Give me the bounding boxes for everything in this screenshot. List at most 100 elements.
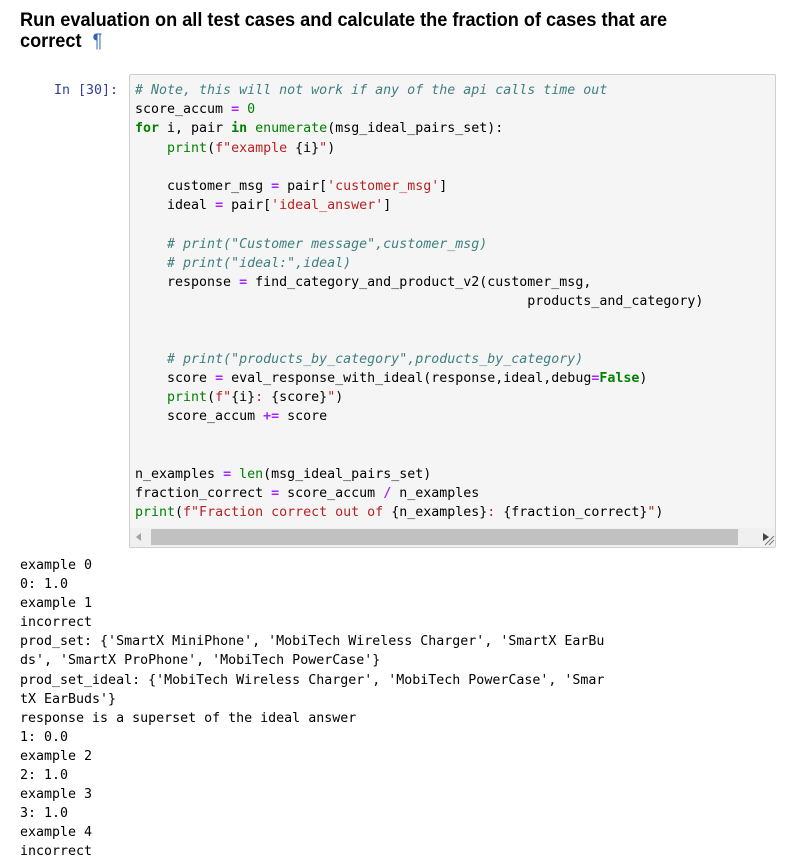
resize-handle-icon[interactable] — [760, 530, 776, 546]
code-line: # print("products_by_category",products_… — [135, 350, 703, 369]
code-token: f" — [215, 390, 232, 405]
output-line: example 2 — [20, 748, 93, 764]
code-line: response = find_category_and_product_v2(… — [135, 273, 703, 292]
output-line: ds', 'SmartX ProPhone', 'MobiTech PowerC… — [20, 653, 381, 669]
scrollbar-thumb[interactable] — [151, 529, 738, 545]
code-token: len — [239, 466, 264, 482]
code-block[interactable]: # Note, this will not work if any of the… — [135, 81, 703, 522]
code-line: score = eval_response_with_ideal(respons… — [135, 369, 703, 388]
code-token: score_accum — [135, 409, 264, 425]
output-line: 3: 1.0 — [20, 806, 69, 822]
code-line: # Note, this will not work if any of the… — [135, 81, 703, 100]
code-line: for i, pair in enumerate(msg_ideal_pairs… — [135, 119, 703, 138]
code-token: " — [319, 140, 328, 156]
code-token: # print("ideal:",ideal) — [167, 255, 352, 271]
output-line: 1: 0.0 — [20, 729, 69, 745]
code-token: {score} — [271, 390, 328, 405]
code-token: / — [383, 485, 392, 501]
code-token: f"Fraction correct out of — [183, 505, 392, 521]
output-line: 0: 1.0 — [20, 577, 69, 593]
code-line: score_accum += score — [135, 407, 703, 426]
code-token: : — [487, 505, 504, 521]
code-token: # print("Customer message",customer_msg) — [167, 236, 488, 252]
code-token: (msg_ideal_pairs_set) — [263, 466, 432, 482]
code-token: enumerate — [255, 121, 328, 137]
code-token: {n_examples} — [391, 505, 488, 521]
code-line: fraction_correct = score_accum / n_examp… — [135, 484, 703, 503]
code-line: # print("ideal:",ideal) — [135, 254, 703, 273]
code-token: n_examples — [135, 466, 224, 482]
code-token: fraction_correct — [135, 485, 272, 501]
code-line: print(f"{i}: {score}") — [135, 388, 703, 407]
code-token: = — [271, 178, 280, 194]
code-token: products_and_category) — [135, 294, 704, 310]
section-heading: Run evaluation on all test cases and cal… — [20, 10, 727, 52]
code-token: ideal — [135, 198, 216, 214]
code-cell-editor[interactable]: # Note, this will not work if any of the… — [129, 74, 776, 548]
code-token: ( — [207, 390, 216, 405]
code-token: customer_msg — [135, 178, 272, 194]
code-token: 'customer_msg' — [327, 178, 440, 194]
output-line: example 0 — [20, 558, 93, 573]
code-line: customer_msg = pair['customer_msg'] — [135, 177, 703, 196]
code-token: find_category_and_product_v2(customer_ms… — [247, 274, 592, 290]
horizontal-scrollbar[interactable] — [130, 528, 775, 547]
code-token: = — [231, 102, 240, 118]
code-token: pair[ — [279, 178, 328, 194]
code-token: n_examples — [391, 485, 480, 501]
output-line: response is a superset of the ideal answ… — [20, 710, 357, 726]
code-token: ) — [327, 140, 336, 156]
code-token: print — [167, 140, 208, 156]
output-line: example 4 — [20, 825, 93, 841]
code-token: " — [327, 390, 336, 405]
code-token: ] — [439, 178, 448, 194]
code-line: products_and_category) — [135, 292, 703, 311]
code-token: 0 — [247, 102, 256, 118]
code-token: ] — [383, 198, 392, 214]
code-token: += — [263, 409, 280, 425]
code-token: ) — [335, 390, 344, 405]
code-token: = — [223, 466, 232, 482]
code-token: print — [167, 390, 208, 405]
code-token: {i} — [295, 140, 320, 156]
output-line: prod_set: {'SmartX MiniPhone', 'MobiTech… — [20, 634, 605, 650]
output-line: example 1 — [20, 596, 93, 612]
code-token: 'ideal_answer' — [271, 198, 384, 214]
output-line: example 3 — [20, 787, 93, 803]
code-token: = — [239, 274, 248, 290]
anchor-link-icon[interactable]: ¶ — [93, 30, 103, 52]
output-line: prod_set_ideal: {'MobiTech Wireless Char… — [20, 672, 605, 688]
code-token: print — [135, 505, 176, 521]
cell-prompt: In [30]: — [54, 83, 119, 98]
code-line: ideal = pair['ideal_answer'] — [135, 196, 703, 215]
scroll-left-arrow-icon[interactable] — [136, 533, 141, 541]
code-token: ) — [639, 370, 648, 386]
output-line: 2: 1.0 — [20, 768, 69, 784]
code-token: = — [215, 198, 224, 214]
code-token: eval_response_with_ideal(response,ideal,… — [223, 370, 592, 386]
code-token: i, pair — [159, 121, 232, 137]
code-token: score — [279, 409, 328, 425]
code-token: response — [135, 274, 240, 290]
code-token: ( — [175, 505, 184, 521]
code-line: score_accum = 0 — [135, 100, 703, 119]
code-token: score_accum — [279, 485, 384, 501]
code-token: : — [255, 390, 272, 405]
heading-text: Run evaluation on all test cases and cal… — [20, 9, 668, 52]
code-token: {fraction_correct} — [503, 505, 648, 521]
output-line: incorrect — [20, 844, 93, 860]
code-token: # print("products_by_category",products_… — [167, 351, 584, 367]
code-token: in — [231, 121, 248, 137]
